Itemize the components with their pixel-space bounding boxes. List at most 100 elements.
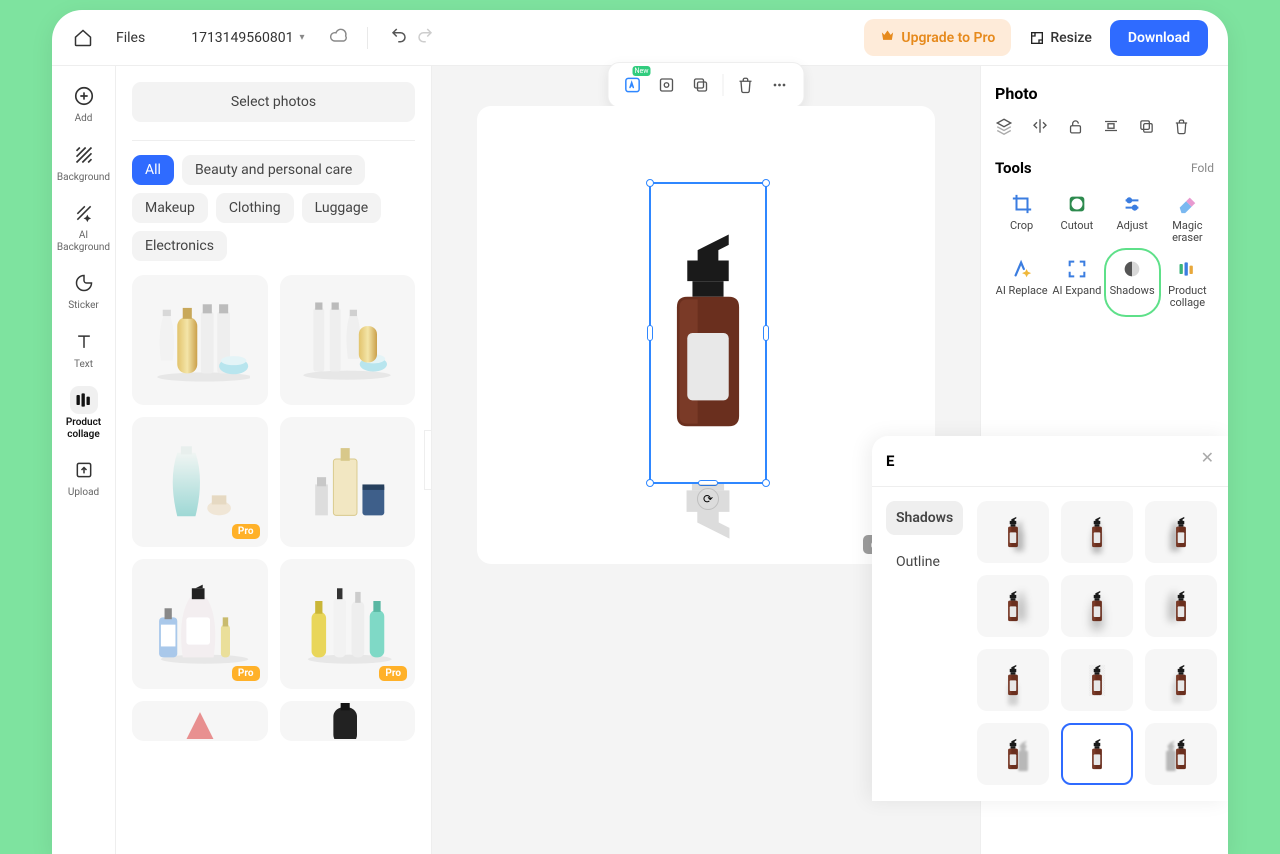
tool-crop[interactable]: Crop [995, 187, 1048, 248]
document-name[interactable]: 1713149560801 ▾ [191, 30, 304, 46]
tab-outline[interactable]: Outline [886, 545, 963, 579]
resize-handle[interactable] [647, 325, 653, 341]
rail-add-label: Add [75, 113, 93, 125]
layers-icon[interactable] [995, 117, 1013, 135]
tool-magic-eraser[interactable]: Magic eraser [1161, 187, 1214, 248]
upgrade-button[interactable]: Upgrade to Pro [864, 19, 1011, 56]
rail-background[interactable]: Background [56, 139, 112, 186]
product-card[interactable] [132, 701, 268, 741]
chip-clothing[interactable]: Clothing [216, 193, 294, 223]
close-icon[interactable]: ✕ [1201, 448, 1214, 467]
rail-background-label: Background [57, 172, 110, 184]
trash-icon[interactable] [1173, 118, 1190, 135]
pro-badge: Pro [232, 666, 260, 681]
resize-button[interactable]: Resize [1029, 30, 1092, 46]
shadow-preset[interactable] [1145, 649, 1217, 711]
shadows-icon [1119, 256, 1145, 282]
tab-shadows[interactable]: Shadows [886, 501, 963, 535]
tool-adjust[interactable]: Adjust [1106, 187, 1159, 248]
adjust-icon [1119, 191, 1145, 217]
shadow-preset[interactable] [1145, 575, 1217, 637]
undo-button[interactable] [386, 26, 412, 49]
rail-upload[interactable]: Upload [56, 454, 112, 501]
shadow-preset[interactable] [1145, 501, 1217, 563]
upgrade-label: Upgrade to Pro [901, 30, 995, 46]
align-icon[interactable] [1102, 117, 1120, 135]
rail-product-collage-label: Product collage [56, 417, 112, 440]
select-photos-button[interactable]: Select photos [132, 82, 415, 122]
shadow-preset-selected[interactable] [1061, 723, 1133, 785]
product-card[interactable]: Pro [132, 559, 268, 689]
home-icon[interactable] [72, 27, 94, 49]
canvas[interactable]: ⟳ ◉ insMin [477, 106, 935, 564]
sticker-icon [70, 269, 98, 297]
resize-handle[interactable] [763, 325, 769, 341]
tool-ai-expand[interactable]: AI Expand [1050, 252, 1103, 313]
divider [723, 74, 724, 96]
cloud-sync-icon[interactable] [329, 26, 349, 50]
rail-ai-background[interactable]: AI Background [56, 197, 112, 255]
more-button[interactable] [764, 69, 796, 101]
files-menu[interactable]: Files [116, 30, 145, 46]
tool-label: Shadows [1110, 285, 1155, 297]
new-badge: New [633, 66, 651, 76]
tool-label: AI Expand [1052, 285, 1101, 297]
shadow-preset[interactable] [1061, 501, 1133, 563]
resize-handle[interactable] [646, 179, 654, 187]
fold-button[interactable]: Fold [1191, 161, 1214, 175]
shadow-preset[interactable] [1061, 649, 1133, 711]
tool-shadows[interactable]: Shadows [1106, 252, 1159, 313]
flip-icon[interactable] [1031, 117, 1049, 135]
rail-text-label: Text [74, 359, 93, 371]
rail-add[interactable]: Add [56, 80, 112, 127]
shadow-preset[interactable] [977, 649, 1049, 711]
rail-text[interactable]: Text [56, 326, 112, 373]
rail-product-collage[interactable]: Product collage [56, 384, 112, 442]
delete-button[interactable] [730, 69, 762, 101]
ai-tool-button[interactable]: New [617, 69, 649, 101]
ai-background-icon [70, 199, 98, 227]
shadow-preset[interactable] [1145, 723, 1217, 785]
collage-icon [1174, 256, 1200, 282]
text-icon [70, 328, 98, 356]
product-card[interactable] [280, 701, 416, 741]
collapse-panel-button[interactable]: ‹ [424, 430, 432, 490]
product-card[interactable]: Pro [132, 417, 268, 547]
chip-beauty[interactable]: Beauty and personal care [182, 155, 365, 185]
chip-luggage[interactable]: Luggage [302, 193, 382, 223]
lock-icon[interactable] [1067, 118, 1084, 135]
product-card[interactable]: Pro [280, 559, 416, 689]
redo-button [412, 26, 438, 49]
selection-box[interactable]: ⟳ [649, 182, 767, 484]
copy-icon[interactable] [1138, 118, 1155, 135]
chip-makeup[interactable]: Makeup [132, 193, 208, 223]
pro-badge: Pro [379, 666, 407, 681]
chip-electronics[interactable]: Electronics [132, 231, 227, 261]
divider [132, 140, 415, 141]
product-card[interactable] [132, 275, 268, 405]
tool-ai-replace[interactable]: AI Replace [995, 252, 1048, 313]
download-button[interactable]: Download [1110, 20, 1208, 56]
duplicate-button[interactable] [685, 69, 717, 101]
product-image[interactable] [651, 184, 765, 482]
document-name-text: 1713149560801 [191, 30, 293, 46]
product-card[interactable] [280, 417, 416, 547]
product-card[interactable] [280, 275, 416, 405]
shadow-preset[interactable] [977, 501, 1049, 563]
resize-handle[interactable] [762, 179, 770, 187]
shadow-preset[interactable] [977, 575, 1049, 637]
shadows-popup: ✕ E Shadows Outline [872, 436, 1228, 801]
shadow-preset[interactable] [977, 723, 1049, 785]
tool-cutout[interactable]: Cutout [1050, 187, 1103, 248]
crop-icon [1009, 191, 1035, 217]
tool-label: Product collage [1161, 285, 1214, 309]
focus-button[interactable] [651, 69, 683, 101]
selection-toolbar: New [608, 62, 805, 108]
tool-product-collage[interactable]: Product collage [1161, 252, 1214, 313]
shadow-preset[interactable] [1061, 575, 1133, 637]
rail-sticker[interactable]: Sticker [56, 267, 112, 314]
panel-title: Photo [995, 84, 1214, 103]
crown-icon [880, 28, 895, 47]
left-rail: Add Background AI Background Sticker Tex… [52, 66, 116, 854]
chip-all[interactable]: All [132, 155, 174, 185]
